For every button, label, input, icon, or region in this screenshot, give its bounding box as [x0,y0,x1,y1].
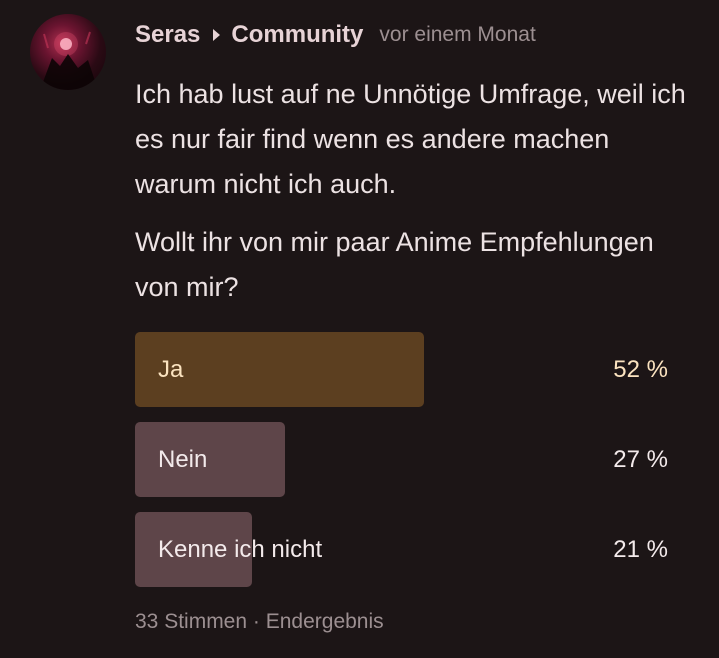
chevron-right-icon [212,28,221,42]
poll-option-label: Kenne ich nicht [158,536,323,563]
post-body-text: Ich hab lust auf ne Unnötige Umfrage, we… [135,79,686,199]
poll-option-label: Ja [158,356,184,383]
post-timestamp: vor einem Monat [379,23,536,46]
poll-option-ja[interactable]: Ja 52 % [135,332,668,407]
poll-option-kenne-ich-nicht[interactable]: Kenne ich nicht 21 % [135,512,668,587]
post-header: Seras Community vor einem Monat [135,19,536,51]
poll-option-nein[interactable]: Nein 27 % [135,422,668,497]
poll-footer-separator: · [252,610,260,633]
poll-option-percent: 21 % [613,536,668,563]
poll-option-percent: 52 % [613,356,668,383]
poll-option-percent: 27 % [613,446,668,473]
poll-status: Endergebnis [265,610,384,633]
poll-option-label: Nein [158,446,208,473]
author-name[interactable]: Seras [135,21,200,49]
avatar-image [40,31,98,90]
poll: Ja 52 % Nein 27 % Kenne ich nicht 21 % [135,332,668,602]
poll-footer: 33 Stimmen · Endergebnis [135,610,384,634]
poll-vote-count: 33 Stimmen [135,610,248,633]
poll-question: Wollt ihr von mir paar Anime Empfehlunge… [135,227,654,302]
author-avatar[interactable] [30,14,106,90]
community-link[interactable]: Community [231,21,363,49]
